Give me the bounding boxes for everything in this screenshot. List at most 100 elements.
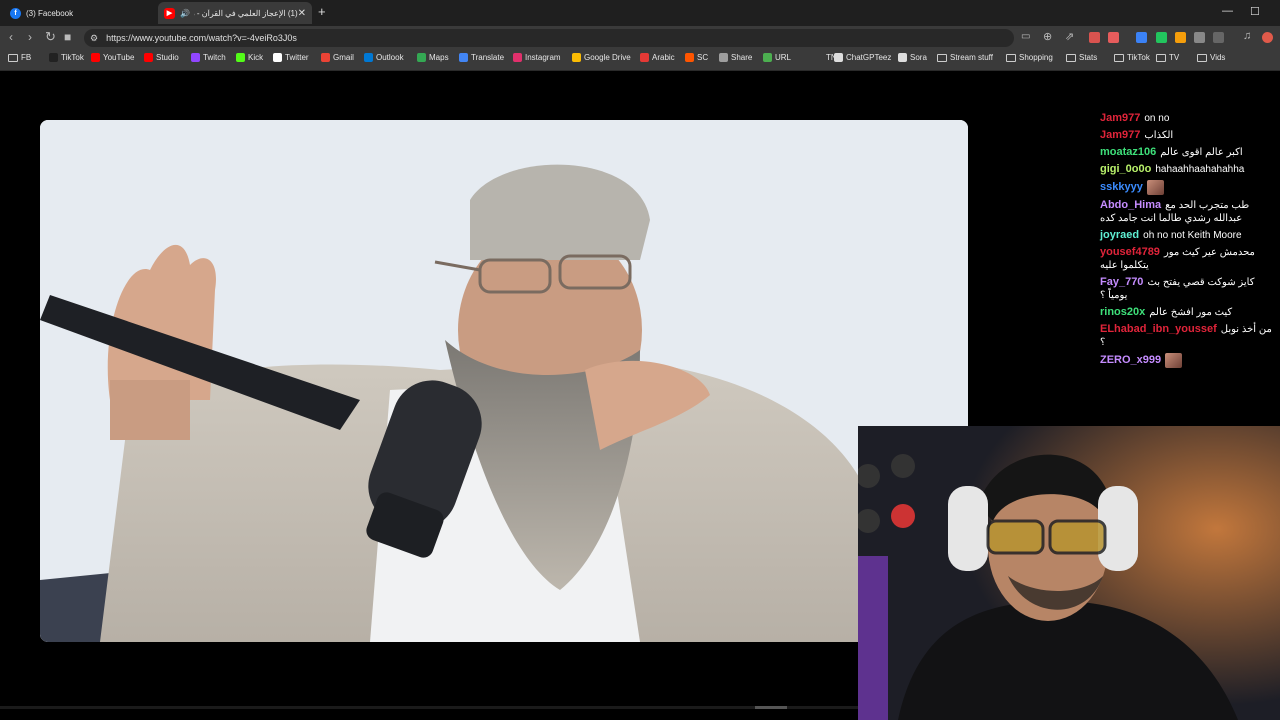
bookmark-arabic[interactable]: Arabic <box>640 53 675 62</box>
share-icon[interactable]: ⇗ <box>1065 30 1074 43</box>
chat-message: gigi_0o0o hahaahhaahahahha <box>1100 163 1276 176</box>
chat-message: sskkyyy <box>1100 180 1276 195</box>
translate-icon <box>459 53 468 62</box>
bookmark-label: TikTok <box>61 53 84 62</box>
bookmark-tv[interactable]: TV <box>1156 53 1179 62</box>
chat-message: moataz106 اكبر عالم اقوى عالم <box>1100 146 1276 159</box>
url-field[interactable]: ⚙ https://www.youtube.com/watch?v=-4veiR… <box>84 29 1014 47</box>
outlook-icon <box>364 53 373 62</box>
bookmark-google-drive[interactable]: Google Drive <box>572 53 631 62</box>
bookmark-stats[interactable]: Stats <box>1066 53 1097 62</box>
avatar[interactable] <box>1262 32 1273 43</box>
bookmark-vids[interactable]: Vids <box>1197 53 1225 62</box>
url-icon <box>763 53 772 62</box>
youtube-studio-icon <box>144 53 153 62</box>
kick-icon <box>236 53 245 62</box>
chat-username: sskkyyy <box>1100 181 1143 194</box>
bookmark-tiktok[interactable]: TikTok <box>1114 53 1150 62</box>
bookmark-label: TV <box>1169 53 1180 62</box>
bookmark-youtube[interactable]: YouTube <box>91 53 134 62</box>
bookmark-outlook[interactable]: Outlook <box>364 53 404 62</box>
youtube-icon: ▶ <box>164 7 175 19</box>
chat-message: ZERO_x999 <box>1100 353 1276 368</box>
tab-youtube[interactable]: ▶ 🔊 (1) الإعجاز العلمي في القرآن - د ✕ <box>158 2 312 24</box>
media-icon[interactable]: ♫ <box>1243 30 1251 42</box>
bookmark-share[interactable]: Share <box>719 53 752 62</box>
bookmark-twitter[interactable]: Twitter <box>273 53 309 62</box>
new-tab-button[interactable]: + <box>318 4 326 19</box>
bookmark-twitch[interactable]: Twitch <box>191 53 226 62</box>
bookmark-translate[interactable]: Translate <box>459 53 504 62</box>
chat-text: oh no not Keith Moore <box>1143 230 1242 241</box>
youtube-icon <box>91 53 100 62</box>
bookmark-icon[interactable]: ■ <box>64 30 71 44</box>
folder-icon <box>1066 53 1076 62</box>
bookmark-gmail[interactable]: Gmail <box>321 53 354 62</box>
tab-facebook[interactable]: f (3) Facebook <box>4 2 154 24</box>
folder-icon <box>1156 53 1166 62</box>
folder-icon <box>1197 53 1207 62</box>
bookmark-url[interactable]: URL <box>763 53 791 62</box>
bookmark-label: Studio <box>156 53 179 62</box>
cast-icon[interactable]: ▭ <box>1021 31 1030 42</box>
bookmark-instagram[interactable]: Instagram <box>513 53 561 62</box>
chat-message: yousef4789 محدمش عير كيث مور يتكلموا عليه <box>1100 246 1276 272</box>
share-icon <box>719 53 728 62</box>
extensions-icon[interactable] <box>1194 32 1205 43</box>
soundcloud-icon <box>685 53 694 62</box>
address-bar-row: ‹ › ↻ ■ ⚙ https://www.youtube.com/watch?… <box>0 26 1280 50</box>
video-player[interactable] <box>40 120 968 642</box>
close-tab-icon[interactable]: ✕ <box>298 8 306 19</box>
extension-icon[interactable] <box>1175 32 1186 43</box>
extension-icon[interactable] <box>1089 32 1100 43</box>
tab-strip: f (3) Facebook ▶ 🔊 (1) الإعجاز العلمي في… <box>0 0 1280 26</box>
bookmark-tiktok[interactable]: TikTok <box>49 53 84 62</box>
back-icon[interactable]: ‹ <box>9 30 13 44</box>
facebook-icon: f <box>10 7 21 19</box>
minimize-button[interactable]: — <box>1222 5 1233 17</box>
reload-icon[interactable]: ↻ <box>45 29 56 45</box>
bookmark-label: Gmail <box>333 53 354 62</box>
webcam-frame <box>858 426 1280 720</box>
instagram-icon <box>513 53 522 62</box>
extension-icon[interactable] <box>1136 32 1147 43</box>
sora-icon <box>898 53 907 62</box>
extension-icon[interactable] <box>1108 32 1119 43</box>
x-icon <box>273 53 282 62</box>
bookmark-label: FB <box>21 53 32 62</box>
bookmark-sc[interactable]: SC <box>685 53 708 62</box>
bookmark-shopping[interactable]: Shopping <box>1006 53 1053 62</box>
bookmark-studio[interactable]: Studio <box>144 53 179 62</box>
webcam-feed <box>858 426 1280 720</box>
bookmark-fb[interactable]: FB <box>8 53 31 62</box>
bookmark-sora[interactable]: Sora <box>898 53 927 62</box>
sidebar-icon[interactable] <box>1213 32 1224 43</box>
drive-icon <box>572 53 581 62</box>
bookmark-stream-stuff[interactable]: Stream stuff <box>937 53 993 62</box>
chat-text: اكبر عالم اقوى عالم <box>1160 147 1243 158</box>
bookmark-label: Share <box>731 53 753 62</box>
maximize-button[interactable]: ☐ <box>1250 5 1260 18</box>
bookmark-chatgpteez[interactable]: ChatGPTeez <box>834 53 891 62</box>
extension-icon[interactable] <box>1156 32 1167 43</box>
url-text: https://www.youtube.com/watch?v=-4veiRo3… <box>106 33 297 43</box>
folder-icon <box>8 53 18 62</box>
forward-icon[interactable]: › <box>28 30 32 44</box>
chat-message: Fay_770 كايز شوكت قصي يفتح بث يومياً ؟ <box>1100 276 1276 302</box>
speaker-icon[interactable]: 🔊 <box>180 9 190 18</box>
chat-username: Abdo_Hima <box>1100 199 1162 211</box>
chat-username: ELhabad_ibn_youssef <box>1100 323 1217 335</box>
zoom-icon[interactable]: ⊕ <box>1043 30 1052 43</box>
chat-username: Jam977 <box>1100 112 1141 124</box>
bookmark-kick[interactable]: Kick <box>236 53 263 62</box>
progress-handle[interactable] <box>755 706 787 709</box>
chat-message: rinos20x كيث مور افشخ عالم <box>1100 306 1276 319</box>
chat-text: كيث مور افشخ عالم <box>1149 307 1233 318</box>
bookmark-label: Shopping <box>1019 53 1053 62</box>
chat-message: Abdo_Hima طب متجرب الحد مع عبدالله رشدي ط… <box>1100 199 1276 225</box>
chat-username: Jam977 <box>1100 129 1141 141</box>
chat-username: joyraed <box>1100 229 1140 241</box>
site-info-icon[interactable]: ⚙ <box>90 33 98 44</box>
bookmark-maps[interactable]: Maps <box>417 53 449 62</box>
arabic-icon <box>640 53 649 62</box>
